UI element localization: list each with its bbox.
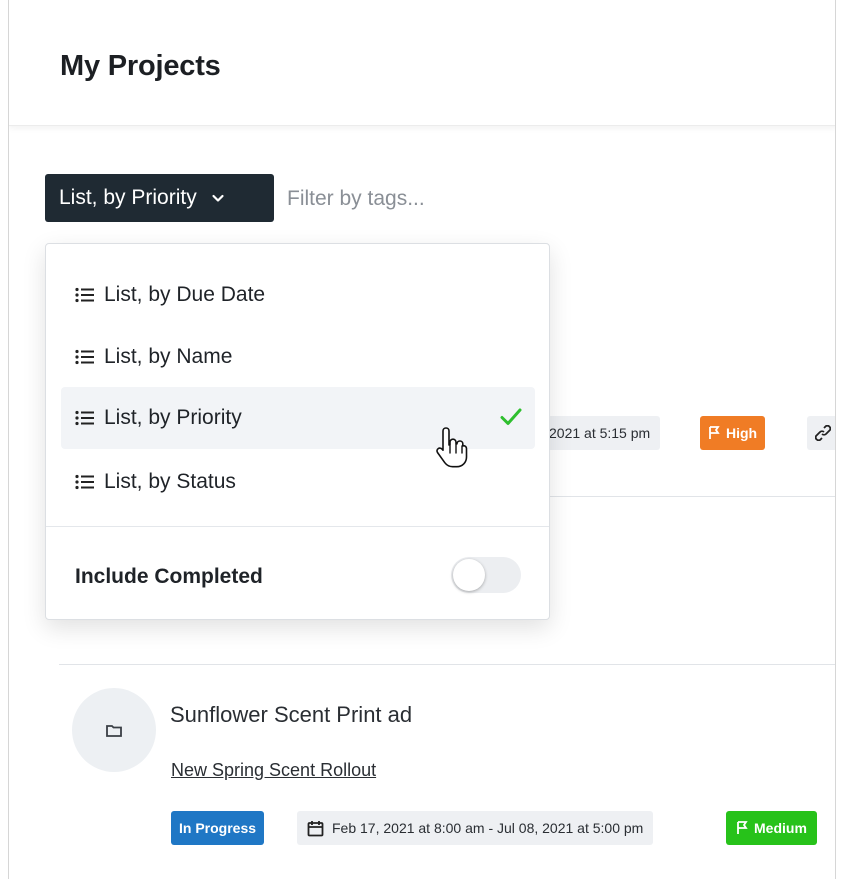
date-range-chip: 2021 at 5:15 pm [539, 416, 661, 450]
menu-item-priority[interactable]: List, by Priority [61, 387, 535, 449]
project-avatar [72, 688, 156, 772]
folder-icon [106, 724, 122, 737]
list-icon [75, 349, 94, 365]
parent-project-link[interactable]: New Spring Scent Rollout [171, 760, 376, 781]
date-range-chip: Feb 17, 2021 at 8:00 am - Jul 08, 2021 a… [297, 811, 654, 845]
menu-item-due-date[interactable]: List, by Due Date [61, 264, 535, 326]
link-icon [815, 425, 831, 441]
view-mode-dropdown: List, by Due Date List, by Name List, by… [45, 243, 550, 620]
check-icon [500, 408, 522, 425]
calendar-icon [307, 820, 324, 836]
flag-icon [737, 821, 748, 834]
priority-label: High [726, 425, 758, 441]
list-icon [75, 474, 94, 490]
page-header: My Projects [9, 0, 835, 126]
priority-badge-medium: Medium [726, 811, 817, 845]
app-frame: My Projects 2021 at 5:15 pm High Sunflow… [8, 0, 836, 879]
list-icon [75, 410, 94, 426]
menu-divider [46, 526, 549, 527]
include-completed-label: Include Completed [75, 565, 263, 588]
status-badge: In Progress [171, 811, 265, 845]
attachment-chip[interactable] [807, 416, 835, 450]
menu-item-label: List, by Due Date [104, 283, 266, 306]
include-completed-row: Include Completed [75, 549, 521, 605]
date-range-text: Feb 17, 2021 at 8:00 am - Jul 08, 2021 a… [332, 820, 644, 836]
view-mode-label: List, by Priority [59, 186, 197, 209]
chevron-down-icon [212, 194, 224, 202]
menu-item-label: List, by Name [104, 345, 233, 368]
list-icon [75, 287, 94, 303]
priority-badge-high: High [700, 416, 766, 450]
menu-item-name[interactable]: List, by Name [61, 326, 535, 388]
divider [59, 664, 835, 665]
include-completed-toggle[interactable] [451, 557, 521, 593]
menu-item-label: List, by Status [104, 470, 236, 493]
tag-filter-input[interactable] [287, 178, 547, 220]
divider [549, 496, 835, 497]
project-name[interactable]: Sunflower Scent Print ad [170, 702, 412, 728]
menu-item-status[interactable]: List, by Status [61, 451, 535, 513]
view-mode-button[interactable]: List, by Priority [45, 174, 274, 222]
menu-item-label: List, by Priority [104, 406, 242, 429]
page-title: My Projects [60, 50, 221, 82]
flag-icon [709, 426, 720, 439]
priority-label: Medium [754, 820, 807, 836]
toggle-knob [453, 559, 485, 591]
